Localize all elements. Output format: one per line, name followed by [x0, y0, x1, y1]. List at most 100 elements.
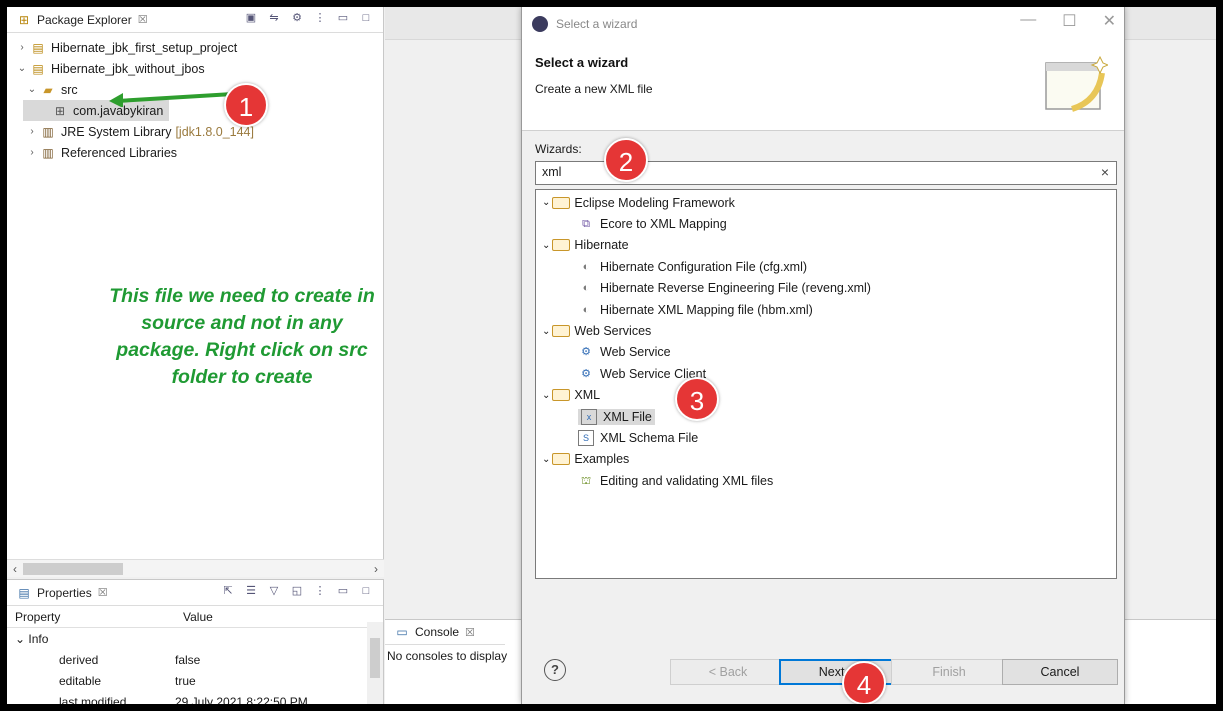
collapse-twisty-icon[interactable]: ⌄ [15, 632, 25, 646]
horizontal-scrollbar[interactable]: ‹ › [7, 559, 384, 577]
hibernate-icon: ◐ [582, 282, 590, 295]
select-wizard-dialog: Select a wizard — ☐ ✕ Select a wizard Cr… [521, 7, 1125, 704]
wizard-item-label: XML Schema File [600, 430, 699, 445]
help-icon[interactable]: ? [544, 659, 566, 681]
eclipse-window: ⊞ Package Explorer ☒ ▣ ⇋ ⚙ ⋮ ▭ □ › ▤ Hib… [7, 7, 1216, 704]
wizard-item-web-service[interactable]: ⚙ Web Service [536, 342, 1116, 363]
folder-icon [552, 196, 571, 209]
category-label: Examples [574, 452, 630, 467]
folder-icon [552, 453, 571, 466]
close-icon[interactable]: ✕ [1103, 11, 1116, 31]
wizard-tree: ⌄ Eclipse Modeling Framework ⧉ Ecore to … [535, 189, 1117, 579]
collapse-all-icon[interactable]: ▣ [244, 11, 258, 25]
tree-item-label: src [61, 82, 78, 97]
close-tab-icon[interactable]: ☒ [98, 586, 108, 599]
collapse-twisty-icon[interactable]: ⌄ [542, 454, 550, 465]
group-label: Info [28, 631, 49, 646]
wizard-item-xml-schema-file[interactable]: S XML Schema File [536, 427, 1116, 448]
expand-twisty-icon[interactable]: › [15, 42, 29, 53]
property-value: true [175, 673, 196, 688]
minimize-icon[interactable]: ▭ [336, 584, 350, 598]
minimize-icon[interactable]: — [1020, 11, 1036, 31]
category-label: Hibernate [574, 238, 629, 253]
vertical-scrollbar[interactable] [367, 622, 383, 704]
maximize-icon[interactable]: ☐ [1062, 11, 1076, 31]
collapse-twisty-icon[interactable]: ⌄ [542, 240, 550, 251]
filters-icon[interactable]: ⚙ [290, 11, 304, 25]
close-tab-icon[interactable]: ☒ [465, 626, 475, 639]
wizard-item-ecore-xml-mapping[interactable]: ⧉ Ecore to XML Mapping [536, 213, 1116, 234]
dialog-titlebar: Select a wizard — ☐ ✕ [522, 7, 1124, 41]
minimize-icon[interactable]: ▭ [336, 11, 350, 25]
package-explorer-icon: ⊞ [18, 12, 30, 27]
property-key: last modified [59, 694, 127, 705]
collapse-twisty-icon[interactable]: ⌄ [15, 63, 29, 74]
scrollbar-thumb[interactable] [23, 563, 123, 575]
wizard-item-hibernate-config[interactable]: ◐ Hibernate Configuration File (cfg.xml) [536, 256, 1116, 277]
show-categories-icon[interactable]: ☰ [244, 584, 258, 598]
wizard-item-label: Web Service [600, 345, 671, 360]
package-explorer-tab[interactable]: ⊞ Package Explorer ☒ ▣ ⇋ ⚙ ⋮ ▭ □ [7, 7, 383, 33]
expand-twisty-icon[interactable]: › [25, 147, 39, 158]
folder-icon [552, 389, 571, 402]
link-with-editor-icon[interactable]: ⇋ [267, 11, 281, 25]
wizard-subheading: Create a new XML file [535, 82, 653, 96]
wizard-category-web-services[interactable]: ⌄ Web Services [536, 320, 1116, 341]
properties-title: Properties [37, 585, 92, 600]
collapse-twisty-icon[interactable]: ⌄ [542, 390, 550, 401]
wizard-item-xml-file[interactable]: x XML File [536, 406, 1116, 427]
cancel-button[interactable]: Cancel [1002, 659, 1118, 685]
wizard-item-label: Hibernate Configuration File (cfg.xml) [600, 259, 808, 274]
selected-item: x XML File [578, 408, 655, 425]
scroll-right-icon[interactable]: › [374, 562, 378, 576]
maximize-icon[interactable]: □ [359, 584, 373, 598]
back-button[interactable]: < Back [670, 659, 786, 685]
new-wizard-icon [1045, 55, 1108, 112]
scrollbar-thumb[interactable] [370, 638, 380, 678]
pin-icon[interactable]: ⇱ [221, 584, 235, 598]
wizard-item-web-service-client[interactable]: ⚙ Web Service Client [536, 363, 1116, 384]
restore-default-icon[interactable]: ◱ [290, 584, 304, 598]
finish-button[interactable]: Finish [891, 659, 1007, 685]
property-key: editable [59, 673, 102, 688]
wizard-category-examples[interactable]: ⌄ Examples [536, 449, 1116, 470]
properties-header: Property Value [7, 606, 383, 628]
console-tab[interactable]: ▭ Console ☒ [385, 620, 505, 645]
properties-icon: ▤ [18, 585, 30, 600]
properties-group-row[interactable]: ⌄ Info [7, 628, 383, 649]
library-icon: ▥ [42, 124, 54, 139]
tree-item-first-project[interactable]: › ▤ Hibernate_jbk_first_setup_project [15, 37, 383, 58]
tree-item-referenced-libraries[interactable]: › ▥ Referenced Libraries [15, 142, 383, 163]
example-icon: ⛫ [580, 474, 592, 487]
view-menu-icon[interactable]: ⋮ [313, 11, 327, 25]
expand-twisty-icon[interactable]: › [25, 126, 39, 137]
properties-row[interactable]: editable true [7, 670, 383, 691]
properties-row[interactable]: derived false [7, 649, 383, 670]
step-callout-4: 4 [842, 661, 886, 704]
tree-item-jre-library[interactable]: › ▥ JRE System Library [jdk1.8.0_144] [15, 121, 383, 142]
property-value: 29 July 2021 8:22:50 PM [175, 694, 308, 705]
properties-row[interactable]: last modified 29 July 2021 8:22:50 PM [7, 691, 383, 705]
wizard-banner: Select a wizard Create a new XML file [522, 41, 1124, 131]
wizard-item-editing-validating-xml[interactable]: ⛫ Editing and validating XML files [536, 470, 1116, 491]
properties-tab[interactable]: ▤ Properties ☒ ⇱ ☰ ▽ ◱ ⋮ ▭ □ [7, 580, 383, 606]
wizard-category-emf[interactable]: ⌄ Eclipse Modeling Framework [536, 192, 1116, 213]
view-menu-icon[interactable]: ⋮ [313, 584, 327, 598]
maximize-icon[interactable]: □ [359, 11, 373, 25]
wizard-category-hibernate[interactable]: ⌄ Hibernate [536, 235, 1116, 256]
library-icon: ▥ [42, 145, 54, 160]
step-callout-1: 1 [224, 83, 268, 127]
wizard-item-hibernate-reveng[interactable]: ◐ Hibernate Reverse Engineering File (re… [536, 278, 1116, 299]
filter-icon[interactable]: ▽ [267, 584, 281, 598]
folder-icon [552, 239, 571, 252]
wizard-item-label: Ecore to XML Mapping [600, 217, 727, 232]
scroll-left-icon[interactable]: ‹ [13, 562, 17, 576]
close-tab-icon[interactable]: ☒ [138, 13, 148, 26]
collapse-twisty-icon[interactable]: ⌄ [25, 84, 39, 95]
wizard-category-xml[interactable]: ⌄ XML [536, 385, 1116, 406]
tree-item-second-project[interactable]: ⌄ ▤ Hibernate_jbk_without_jbos [15, 58, 383, 79]
wizard-item-hibernate-mapping[interactable]: ◐ Hibernate XML Mapping file (hbm.xml) [536, 299, 1116, 320]
collapse-twisty-icon[interactable]: ⌄ [542, 326, 550, 337]
collapse-twisty-icon[interactable]: ⌄ [542, 197, 550, 208]
clear-filter-icon[interactable]: × [1101, 164, 1109, 180]
